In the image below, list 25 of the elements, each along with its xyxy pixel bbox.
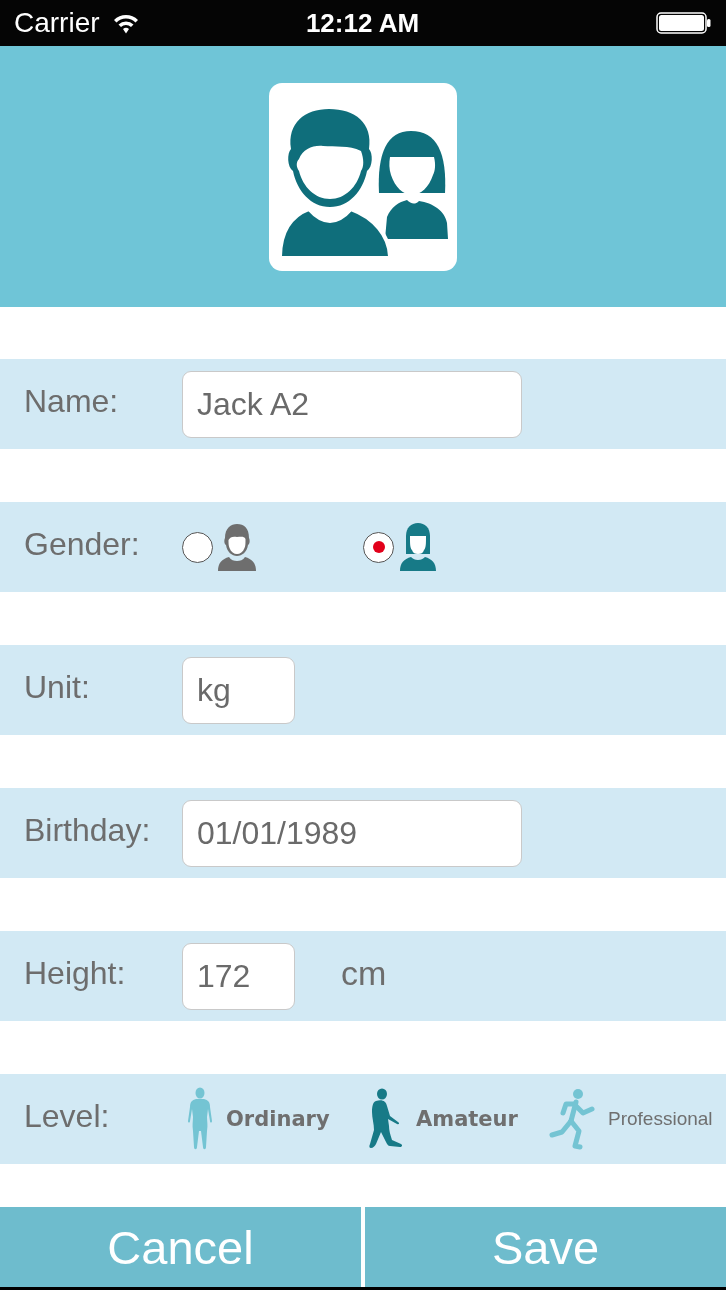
field-label: Level:: [24, 1097, 111, 1135]
people-icon: [269, 82, 457, 271]
level-option[interactable]: Ordinary: [186, 1087, 368, 1151]
birthday-field[interactable]: 01/01/1989: [182, 799, 522, 867]
level-option[interactable]: Amateur: [368, 1088, 548, 1150]
name-field[interactable]: Jack A2: [182, 370, 522, 438]
field-label: Birthday:: [24, 811, 152, 849]
carrier-text: Carrier: [14, 7, 100, 39]
unit-field[interactable]: kg: [182, 656, 295, 724]
field-label: Unit:: [24, 668, 91, 706]
radio-button[interactable]: [363, 531, 394, 563]
cancel-button[interactable]: Cancel: [0, 1207, 361, 1287]
field-label: Gender:: [24, 525, 141, 563]
radio-button[interactable]: [182, 531, 213, 563]
clock-text: 12:12 AM: [305, 7, 420, 39]
save-button[interactable]: Save: [365, 1207, 726, 1287]
unit-text: cm: [341, 953, 387, 993]
field-label: Name:: [24, 382, 120, 420]
woman-icon: [398, 522, 438, 572]
wifi-icon: [112, 12, 139, 34]
level-option[interactable]: Professional: [548, 1088, 713, 1150]
field-label: Height:: [24, 954, 127, 992]
height-field[interactable]: 172: [182, 942, 295, 1010]
battery-icon: [656, 12, 711, 34]
man-icon: [217, 522, 257, 572]
